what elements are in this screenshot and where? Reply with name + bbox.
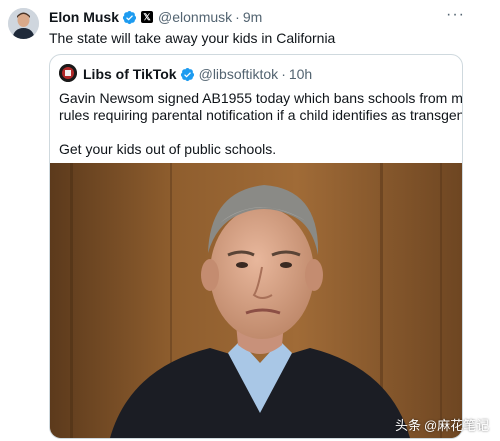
avatar-image	[8, 8, 39, 39]
quote-media-photo[interactable]	[50, 163, 462, 438]
tweet-header: Elon Musk 𝕏 @elonmusk · 9m	[49, 8, 262, 26]
quote-text: Gavin Newsom signed AB1955 today which b…	[59, 90, 463, 158]
more-horizontal-icon[interactable]: ···	[446, 7, 464, 24]
verified-badge-icon	[122, 10, 137, 24]
quoted-tweet[interactable]: Libs of TikTok @libsoftiktok · 10h Gavin…	[49, 54, 463, 439]
author-name[interactable]: Elon Musk	[49, 9, 119, 25]
watermark-platform: 头条	[395, 417, 422, 433]
quote-line: rules requiring parental notification if…	[59, 107, 463, 123]
x-logo-icon: 𝕏	[141, 11, 154, 23]
scrollbar[interactable]	[492, 0, 498, 441]
author-avatar[interactable]	[8, 8, 39, 39]
tweet-time[interactable]: 9m	[243, 9, 262, 25]
watermark: 头条 @麻花笔记	[395, 413, 489, 435]
quote-line: Gavin Newsom signed AB1955 today which b…	[59, 90, 463, 106]
quote-time[interactable]: 10h	[289, 66, 312, 82]
quote-verified-badge-icon	[180, 67, 194, 81]
quote-line: Get your kids out of public schools.	[59, 141, 277, 157]
quote-author-avatar	[59, 64, 77, 82]
tweet-text: The state will take away your kids in Ca…	[49, 30, 336, 46]
photo-illustration	[50, 163, 462, 438]
author-handle[interactable]: @elonmusk	[158, 9, 232, 25]
quote-author-name[interactable]: Libs of TikTok	[83, 66, 177, 82]
libs-logo-icon	[59, 64, 77, 82]
quote-separator-dot: ·	[281, 66, 286, 82]
tweet: Elon Musk 𝕏 @elonmusk · 9m ··· The state…	[0, 0, 500, 441]
watermark-account: @麻花笔记	[424, 417, 490, 433]
quote-author-handle[interactable]: @libsoftiktok	[199, 66, 279, 82]
separator-dot: ·	[235, 9, 240, 25]
quote-header: Libs of TikTok @libsoftiktok · 10h	[83, 65, 312, 83]
